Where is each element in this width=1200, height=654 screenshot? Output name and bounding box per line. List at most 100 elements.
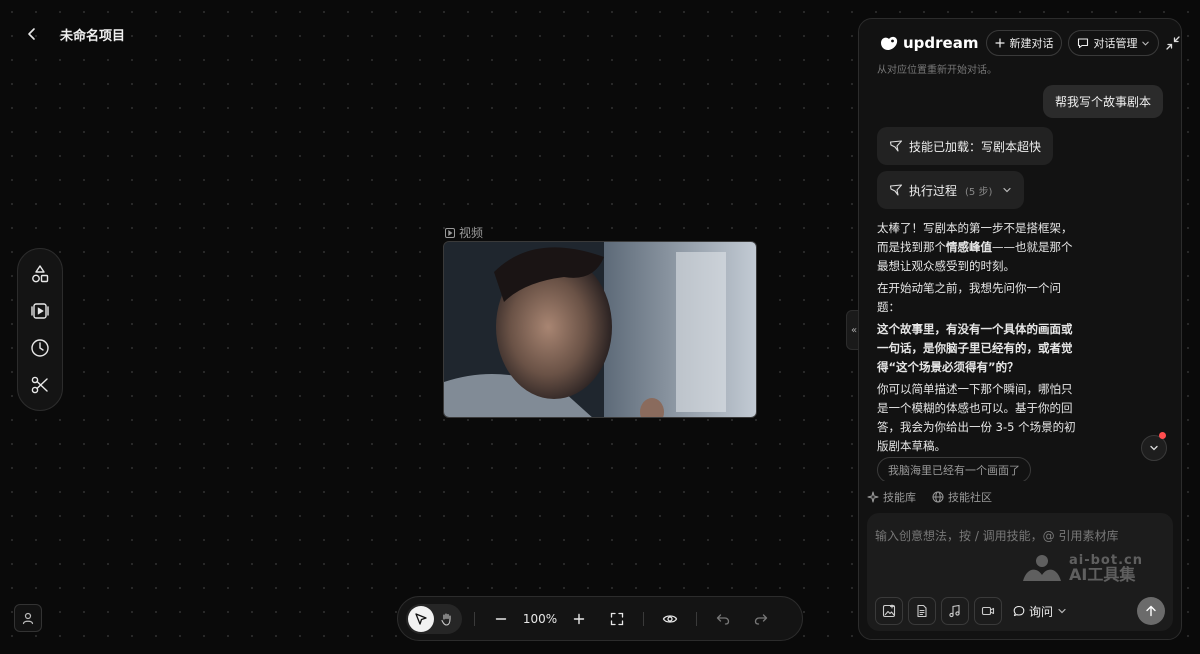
project-title[interactable]: 未命名项目 bbox=[60, 25, 125, 44]
suggestion-chip[interactable]: 我脑海里已经有一个画面了 bbox=[877, 457, 1031, 483]
send-button[interactable] bbox=[1137, 597, 1165, 625]
previous-message-fragment: 从对应位置重新开始对话。 bbox=[877, 65, 997, 76]
watermark: ai-bot.cn AI工具集 bbox=[1021, 553, 1143, 583]
new-chat-label: 新建对话 bbox=[1009, 37, 1054, 50]
manage-chats-button[interactable]: 对话管理 bbox=[1068, 30, 1160, 56]
eye-icon bbox=[662, 614, 678, 623]
execution-process-label: 执行过程 bbox=[909, 183, 958, 198]
input-toolbar: 询问 bbox=[875, 597, 1067, 625]
attach-image-button[interactable] bbox=[875, 597, 903, 625]
chevron-left-icon bbox=[28, 28, 35, 40]
zoom-level[interactable]: 100% bbox=[515, 612, 565, 626]
skill-icon bbox=[889, 140, 903, 152]
assistant-question: 这个故事里，有没有一个具体的画面或一句话，是你脑子里已经有的，或者觉得“这个场景… bbox=[877, 322, 1073, 374]
toolbar-divider bbox=[474, 611, 475, 626]
shapes-tool-button[interactable] bbox=[24, 258, 56, 290]
hand-icon bbox=[441, 612, 451, 626]
history-tool-button[interactable] bbox=[24, 332, 56, 364]
globe-icon bbox=[932, 491, 944, 503]
chat-mode-label: 询问 bbox=[1029, 604, 1054, 619]
chat-bubble-icon bbox=[1013, 605, 1025, 617]
plus-icon bbox=[573, 613, 585, 624]
preview-button[interactable] bbox=[656, 605, 684, 633]
toolbar-divider bbox=[696, 611, 697, 626]
chevron-down-icon bbox=[1150, 445, 1158, 451]
chat-bubble-icon bbox=[1078, 38, 1089, 49]
attach-document-button[interactable] bbox=[908, 597, 936, 625]
document-icon bbox=[917, 604, 927, 618]
fullscreen-icon bbox=[610, 612, 624, 625]
attach-audio-button[interactable] bbox=[941, 597, 969, 625]
chat-messages[interactable]: 从对应位置重新开始对话。 帮我写个故事剧本 技能已加载：写剧本超快 执行过程 (… bbox=[859, 57, 1181, 483]
select-mode-button[interactable] bbox=[408, 605, 434, 632]
new-chat-button[interactable]: 新建对话 bbox=[986, 30, 1063, 56]
minimize-panel-button[interactable] bbox=[1165, 31, 1181, 55]
minus-icon bbox=[495, 617, 507, 620]
cut-tool-button[interactable] bbox=[24, 369, 56, 401]
chevron-down-icon bbox=[1058, 608, 1066, 614]
skill-links: 技能库 技能社区 bbox=[867, 489, 992, 505]
sparkle-icon bbox=[867, 491, 879, 503]
execution-step-count: (5 步) bbox=[965, 186, 993, 198]
assistant-paragraph: 在开始动笔之前，我想先问你一个问题： bbox=[877, 281, 1061, 314]
clock-icon bbox=[31, 339, 49, 357]
topbar: 未命名项目 bbox=[22, 24, 125, 44]
assistant-paragraph: 太棒了！写剧本的第一步不是搭框架，而是找到那个情感峰值——也就是那个最想让观众感… bbox=[877, 221, 1073, 273]
chat-input-box: ai-bot.cn AI工具集 bbox=[867, 513, 1173, 631]
scroll-fade bbox=[859, 481, 1181, 483]
bottom-toolbar: 100% bbox=[397, 596, 803, 641]
watermark-name: AI工具集 bbox=[1069, 564, 1136, 584]
manage-chats-label: 对话管理 bbox=[1093, 37, 1138, 50]
zoom-out-button[interactable] bbox=[487, 605, 515, 633]
watermark-text: ai-bot.cn AI工具集 bbox=[1069, 554, 1143, 583]
image-icon bbox=[882, 604, 896, 618]
chevron-down-icon bbox=[1003, 187, 1011, 193]
zoom-in-button[interactable] bbox=[565, 605, 593, 633]
video-tool-button[interactable] bbox=[24, 295, 56, 327]
chevron-down-icon bbox=[1142, 41, 1150, 46]
execution-process-toggle[interactable]: 执行过程 (5 步) bbox=[877, 171, 1025, 209]
updream-logo-icon bbox=[881, 36, 898, 50]
watermark-logo-icon bbox=[1023, 555, 1061, 581]
skill-community-link[interactable]: 技能社区 bbox=[932, 489, 992, 505]
pan-mode-button[interactable] bbox=[434, 606, 460, 632]
user-icon bbox=[22, 612, 34, 625]
plus-icon bbox=[995, 38, 1006, 48]
scissors-icon bbox=[31, 377, 48, 394]
user-message: 帮我写个故事剧本 bbox=[1042, 85, 1163, 118]
attach-video-button[interactable] bbox=[974, 597, 1002, 625]
fit-screen-button[interactable] bbox=[603, 605, 631, 633]
undo-button[interactable] bbox=[709, 605, 737, 633]
video-frame-icon bbox=[31, 303, 49, 319]
pointer-icon bbox=[415, 612, 427, 625]
canvas-mode-toggle bbox=[406, 603, 462, 634]
music-note-icon bbox=[949, 604, 960, 618]
brand-name: updream bbox=[903, 34, 979, 52]
skill-loaded-chip: 技能已加载：写剧本超快 bbox=[877, 127, 1054, 165]
video-frame-image bbox=[444, 242, 756, 417]
redo-icon bbox=[754, 613, 768, 625]
assistant-paragraph: 你可以简单描述一下那个瞬间，哪怕只是一个模糊的体感也可以。基于你的回答，我会为你… bbox=[877, 382, 1076, 453]
skill-library-link[interactable]: 技能库 bbox=[867, 489, 916, 505]
notification-dot bbox=[1159, 432, 1166, 439]
play-square-icon bbox=[445, 227, 455, 238]
skill-library-label: 技能库 bbox=[883, 491, 916, 504]
chat-mode-select[interactable]: 询问 bbox=[1013, 603, 1067, 620]
double-chevron-left-icon: « bbox=[850, 324, 858, 336]
video-node-thumbnail[interactable] bbox=[443, 241, 757, 418]
back-button[interactable] bbox=[22, 24, 42, 44]
user-account-button[interactable] bbox=[14, 604, 42, 632]
chat-input[interactable] bbox=[875, 521, 1165, 551]
undo-icon bbox=[716, 613, 730, 625]
skill-community-label: 技能社区 bbox=[948, 491, 992, 504]
video-node-title: 视频 bbox=[459, 226, 484, 240]
assistant-message: 太棒了！写剧本的第一步不是搭框架，而是找到那个情感峰值——也就是那个最想让观众感… bbox=[877, 219, 1081, 459]
redo-button[interactable] bbox=[747, 605, 775, 633]
left-toolbar bbox=[17, 248, 63, 411]
shapes-icon bbox=[32, 264, 49, 283]
chat-panel: updream 新建对话 对话管理 从对应位置重新开始对话。 帮我写个故事剧本 … bbox=[858, 18, 1182, 640]
arrow-up-icon bbox=[1146, 605, 1156, 617]
toolbar-divider bbox=[643, 611, 644, 626]
video-camera-icon bbox=[981, 606, 995, 616]
video-node-label: 视频 bbox=[445, 224, 483, 241]
